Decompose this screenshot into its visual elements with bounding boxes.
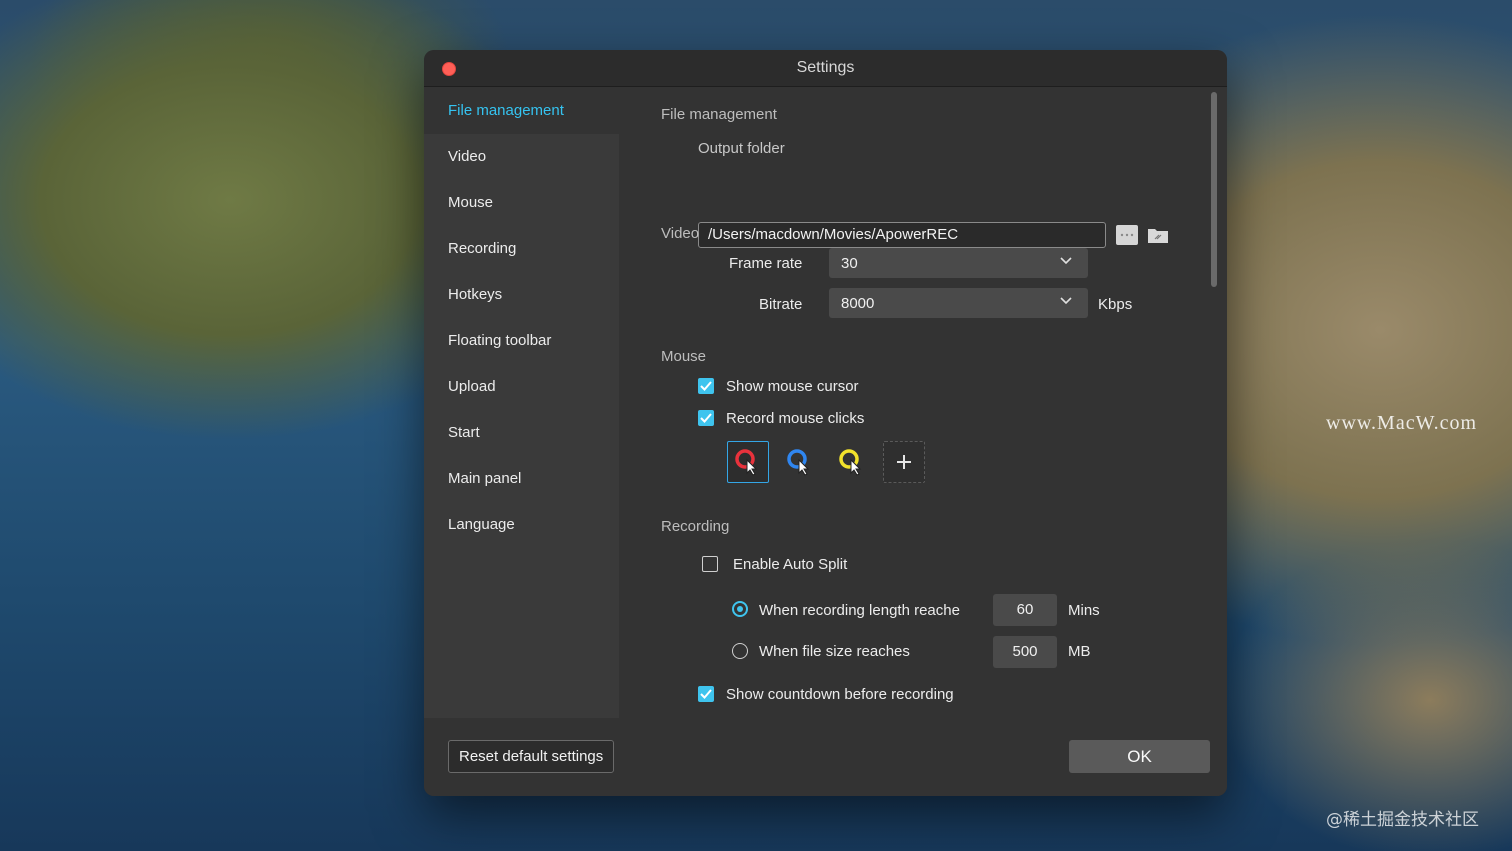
output-folder-path-field[interactable]: /Users/macdown/Movies/ApowerREC <box>698 222 1106 248</box>
size-unit: MB <box>1068 643 1091 660</box>
open-folder-button[interactable] <box>1147 225 1169 245</box>
settings-footer: Reset default settings OK <box>424 718 1227 796</box>
settings-content: File management Output folder /Users/mac… <box>619 88 1227 718</box>
output-folder-label: Output folder <box>698 140 785 157</box>
sidebar-item-mouse[interactable]: Mouse <box>424 180 619 226</box>
ellipsis-icon <box>1120 233 1134 237</box>
settings-sidebar: File management Video Mouse Recording Ho… <box>424 88 619 718</box>
file-management-section-title: File management <box>661 106 777 123</box>
length-unit: Mins <box>1068 602 1100 619</box>
chevron-down-icon <box>1060 257 1072 265</box>
red-ring-cursor-icon <box>735 449 758 476</box>
add-click-style-button[interactable] <box>883 441 925 483</box>
recording-section-title: Recording <box>661 518 730 535</box>
checkmark-icon <box>700 689 712 699</box>
click-style-red[interactable] <box>727 441 769 483</box>
frame-rate-label: Frame rate <box>729 255 803 272</box>
auto-split-checkbox[interactable] <box>702 556 718 572</box>
record-clicks-checkbox[interactable] <box>698 410 714 426</box>
settings-window: Settings File management Video Mouse Rec… <box>424 50 1227 796</box>
size-value-input[interactable]: 500 <box>993 636 1057 668</box>
ok-button[interactable]: OK <box>1069 740 1210 773</box>
record-clicks-label: Record mouse clicks <box>726 410 865 427</box>
auto-split-label: Enable Auto Split <box>733 556 848 573</box>
countdown-label: Show countdown before recording <box>726 686 954 703</box>
plus-icon <box>897 455 911 469</box>
watermark-juejin: @稀土掘金技术社区 <box>1326 810 1479 830</box>
blue-ring-cursor-icon <box>787 449 810 476</box>
countdown-checkbox[interactable] <box>698 686 714 702</box>
scrollbar[interactable] <box>1211 92 1217 287</box>
title-bar: Settings <box>424 50 1227 87</box>
bitrate-unit: Kbps <box>1098 296 1133 313</box>
browse-more-button[interactable] <box>1116 225 1138 245</box>
click-style-blue[interactable] <box>779 441 821 483</box>
size-option-label: When file size reaches <box>759 643 910 660</box>
show-cursor-checkbox[interactable] <box>698 378 714 394</box>
length-option-radio[interactable] <box>732 601 748 617</box>
mouse-section-title: Mouse <box>661 348 707 365</box>
sidebar-item-hotkeys[interactable]: Hotkeys <box>424 272 619 318</box>
sidebar-item-file-management[interactable]: File management <box>424 88 619 134</box>
sidebar-item-floating-toolbar[interactable]: Floating toolbar <box>424 318 619 364</box>
watermark-macw: www.MacW.com <box>1326 412 1478 434</box>
sidebar-item-language[interactable]: Language <box>424 502 619 548</box>
checkmark-icon <box>700 381 712 391</box>
frame-rate-select[interactable]: 30 <box>829 248 1088 278</box>
length-value-input[interactable]: 60 <box>993 594 1057 626</box>
click-style-yellow[interactable] <box>831 441 873 483</box>
yellow-ring-cursor-icon <box>839 449 862 476</box>
checkmark-icon <box>700 413 712 423</box>
sidebar-item-start[interactable]: Start <box>424 410 619 456</box>
size-option-radio[interactable] <box>732 643 748 659</box>
folder-icon <box>1148 229 1168 243</box>
bitrate-value: 8000 <box>841 295 875 312</box>
frame-rate-value: 30 <box>841 255 858 272</box>
bitrate-select[interactable]: 8000 <box>829 288 1088 318</box>
sidebar-item-main-panel[interactable]: Main panel <box>424 456 619 502</box>
length-option-label: When recording length reache <box>759 602 960 619</box>
sidebar-item-recording[interactable]: Recording <box>424 226 619 272</box>
show-cursor-label: Show mouse cursor <box>726 378 859 395</box>
sidebar-item-upload[interactable]: Upload <box>424 364 619 410</box>
video-section-title: Video <box>661 225 700 242</box>
chevron-down-icon <box>1060 297 1072 305</box>
bitrate-label: Bitrate <box>759 296 803 313</box>
reset-default-button[interactable]: Reset default settings <box>448 740 615 773</box>
window-title: Settings <box>796 59 855 76</box>
sidebar-item-video[interactable]: Video <box>424 134 619 180</box>
